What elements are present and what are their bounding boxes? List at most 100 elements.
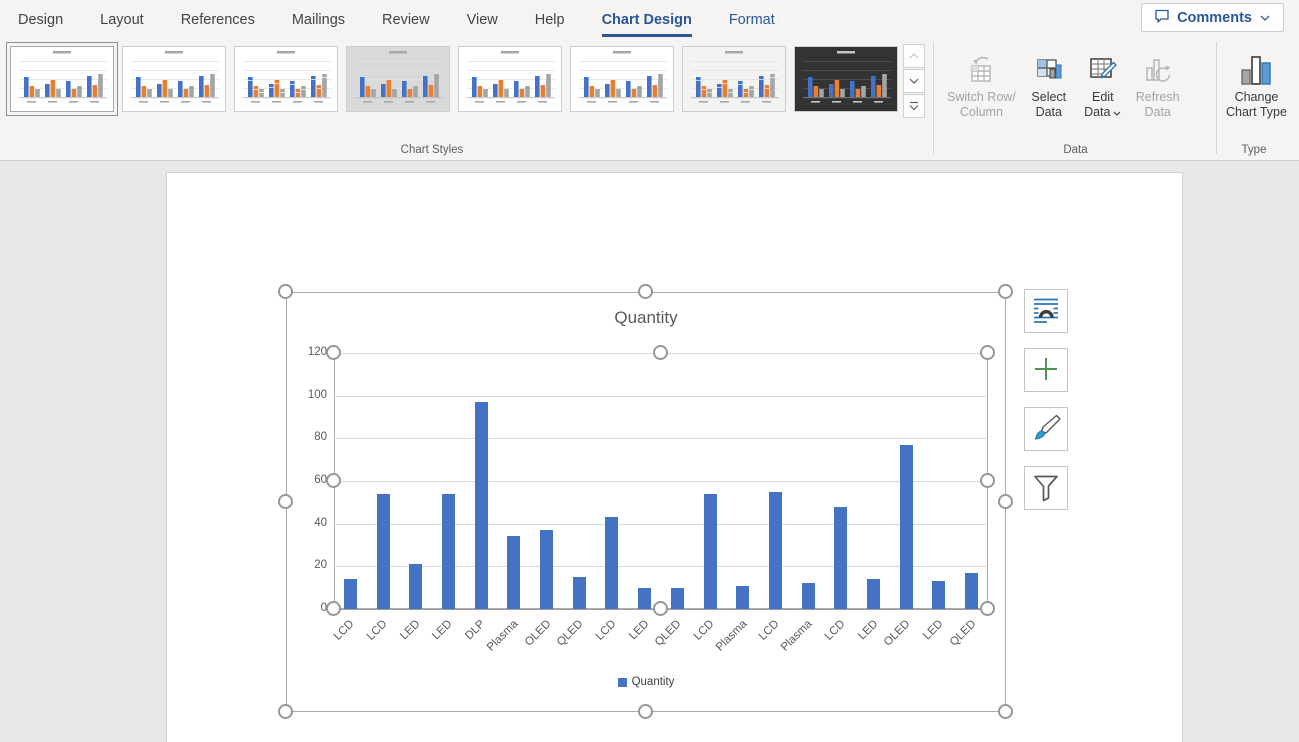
selection-handle[interactable] — [638, 704, 653, 719]
chart-bar[interactable] — [605, 517, 618, 609]
chart-styles-brush-button[interactable] — [1024, 407, 1068, 451]
chart-elements-icon — [1032, 355, 1060, 386]
selection-handle[interactable] — [998, 494, 1013, 509]
chart-bar[interactable] — [704, 494, 717, 609]
chart-style-1[interactable] — [10, 46, 114, 112]
plot-selection-handle[interactable] — [326, 473, 341, 488]
comments-label: Comments — [1177, 10, 1252, 26]
chart-filters-button[interactable] — [1024, 466, 1068, 510]
chart-legend[interactable]: Quantity — [286, 676, 1006, 688]
legend-label: Quantity — [632, 676, 675, 688]
select-data-button[interactable]: SelectData — [1022, 43, 1076, 124]
plot-selection-handle[interactable] — [980, 345, 995, 360]
change-chart-type-button[interactable]: ChangeChart Type — [1220, 43, 1293, 124]
scroll-down-button[interactable] — [903, 69, 925, 93]
chart-style-5[interactable] — [458, 46, 562, 112]
chart-filters-icon — [1031, 472, 1061, 505]
button-label: EditData — [1084, 90, 1121, 120]
chart-bar[interactable] — [377, 494, 390, 609]
chart-bar[interactable] — [736, 586, 749, 609]
refresh-data-icon — [1142, 47, 1174, 87]
selection-handle[interactable] — [638, 284, 653, 299]
tab-view[interactable]: View — [467, 0, 498, 37]
plot-selection-handle[interactable] — [980, 601, 995, 616]
edit-data-icon — [1087, 47, 1119, 87]
y-axis-tick-label: 80 — [283, 431, 327, 443]
chart-style-4[interactable] — [346, 46, 450, 112]
layout-options-button[interactable] — [1024, 289, 1068, 333]
chart-bar[interactable] — [409, 564, 422, 609]
layout-options-icon — [1031, 295, 1061, 328]
y-axis-tick-label: 100 — [283, 389, 327, 401]
chart-bar[interactable] — [834, 507, 847, 609]
tab-design[interactable]: Design — [18, 0, 63, 37]
chart-elements-button[interactable] — [1024, 348, 1068, 392]
chart-bar[interactable] — [344, 579, 357, 609]
chart-bar[interactable] — [573, 577, 586, 609]
y-axis-tick-label: 0 — [283, 602, 327, 614]
y-axis-tick-label: 60 — [283, 474, 327, 486]
plot-selection-handle[interactable] — [653, 345, 668, 360]
selection-handle[interactable] — [998, 284, 1013, 299]
y-axis-tick-label: 20 — [283, 559, 327, 571]
tab-layout[interactable]: Layout — [100, 0, 144, 37]
document-canvas: Quantity Quantity 020406080100120LCDLCDL… — [0, 162, 1299, 742]
group-separator — [1216, 42, 1217, 154]
chart-bar[interactable] — [671, 588, 684, 609]
chart-bar[interactable] — [507, 536, 520, 609]
chart-bar[interactable] — [867, 579, 880, 609]
chart-bar[interactable] — [442, 494, 455, 609]
tab-chart-design[interactable]: Chart Design — [602, 0, 692, 37]
plot-selection-handle[interactable] — [653, 601, 668, 616]
selection-handle[interactable] — [998, 704, 1013, 719]
change-chart-type-icon — [1238, 47, 1274, 87]
chart-style-3[interactable] — [234, 46, 338, 112]
chart-styles-gallery — [10, 46, 898, 112]
edit-data-button[interactable]: EditData — [1076, 43, 1130, 124]
y-axis-tick-label: 40 — [283, 517, 327, 529]
chart-bar[interactable] — [900, 445, 913, 609]
chart-style-2[interactable] — [122, 46, 226, 112]
ribbon-tab-bar: Design Layout References Mailings Review View… — [0, 0, 1299, 37]
selection-handle[interactable] — [278, 284, 293, 299]
scroll-up-button — [903, 44, 925, 68]
plot-selection-handle[interactable] — [326, 601, 341, 616]
group-separator — [933, 42, 934, 154]
chart-bar[interactable] — [475, 402, 488, 609]
refresh-data-button: RefreshData — [1130, 43, 1186, 124]
chart-bar[interactable] — [638, 588, 651, 609]
chart-style-7[interactable] — [682, 46, 786, 112]
chart-bar[interactable] — [965, 573, 978, 609]
plot-selection-handle[interactable] — [326, 345, 341, 360]
tab-format[interactable]: Format — [729, 0, 775, 37]
gridline — [334, 396, 988, 397]
plot-selection-handle[interactable] — [980, 473, 995, 488]
selection-handle[interactable] — [278, 704, 293, 719]
selection-handle[interactable] — [278, 494, 293, 509]
select-data-icon — [1033, 47, 1065, 87]
chart-bar[interactable] — [540, 530, 553, 609]
button-label: ChangeChart Type — [1226, 90, 1287, 120]
gallery-more-button[interactable] — [903, 94, 925, 118]
legend-swatch — [618, 678, 627, 687]
chart-bar[interactable] — [769, 492, 782, 609]
tab-references[interactable]: References — [181, 0, 255, 37]
chart-bar[interactable] — [932, 581, 945, 609]
button-label: Switch Row/Column — [947, 90, 1016, 120]
button-label: RefreshData — [1136, 90, 1180, 120]
y-axis-tick-label: 120 — [283, 346, 327, 358]
tab-help[interactable]: Help — [535, 0, 565, 37]
chevron-down-icon — [1259, 10, 1271, 26]
tab-mailings[interactable]: Mailings — [292, 0, 345, 37]
button-label: SelectData — [1031, 90, 1066, 120]
chart-style-6[interactable] — [570, 46, 674, 112]
tab-review[interactable]: Review — [382, 0, 430, 37]
chart-bar[interactable] — [802, 583, 815, 609]
chart-title[interactable]: Quantity — [496, 308, 796, 328]
gridline — [334, 524, 988, 525]
switch-row-column-icon — [965, 47, 997, 87]
document-page[interactable]: Quantity Quantity 020406080100120LCDLCDL… — [166, 172, 1183, 742]
chart-styles-brush-icon — [1031, 413, 1061, 446]
chart-style-8[interactable] — [794, 46, 898, 112]
comments-button[interactable]: Comments — [1141, 3, 1284, 32]
